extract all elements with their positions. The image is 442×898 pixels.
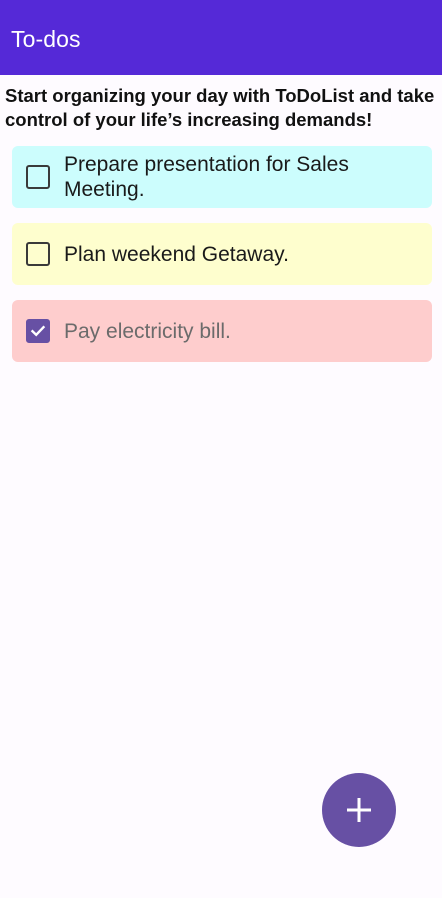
checkmark-icon [30,325,46,337]
app-bar: To-dos [0,0,442,75]
todo-item[interactable]: Plan weekend Getaway. [12,223,432,285]
todo-item[interactable]: Pay electricity bill. [12,300,432,362]
todo-list: Prepare presentation for Sales Meeting. … [12,146,432,377]
todo-checkbox[interactable] [26,242,50,266]
todo-item[interactable]: Prepare presentation for Sales Meeting. [12,146,432,208]
todo-text: Prepare presentation for Sales Meeting. [64,153,349,201]
todo-text: Pay electricity bill. [64,319,231,343]
add-todo-button[interactable] [322,773,396,847]
plus-icon [347,798,371,822]
intro-text: Start organizing your day with ToDoList … [5,85,435,130]
app-title: To-dos [11,26,81,52]
todo-text: Plan weekend Getaway. [64,242,289,266]
todo-checkbox[interactable] [26,319,50,343]
todo-checkbox[interactable] [26,165,50,189]
